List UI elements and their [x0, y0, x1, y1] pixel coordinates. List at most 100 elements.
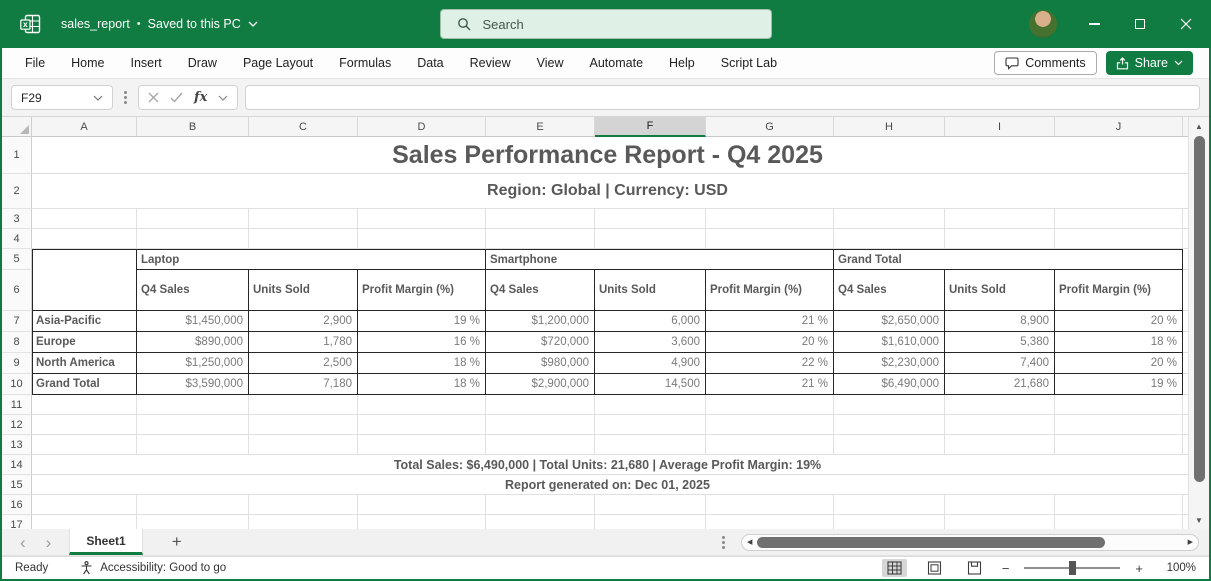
empty-cell[interactable] [706, 209, 834, 229]
empty-cell[interactable] [706, 515, 834, 529]
empty-cell[interactable] [945, 415, 1055, 435]
table-cell[interactable]: 19 % [358, 311, 486, 332]
empty-cell[interactable] [358, 415, 486, 435]
empty-cell[interactable] [834, 515, 945, 529]
empty-cell[interactable] [249, 515, 358, 529]
page-layout-view-button[interactable] [922, 559, 947, 577]
empty-cell[interactable] [249, 395, 358, 415]
sheet-subtitle[interactable]: Region: Global | Currency: USD [32, 174, 1183, 209]
empty-cell[interactable] [137, 229, 249, 249]
insert-function-icon[interactable]: fx [194, 90, 207, 105]
table-cell[interactable]: 18 % [1055, 332, 1183, 353]
empty-cell[interactable] [1055, 495, 1183, 515]
ribbon-tab-page-layout[interactable]: Page Layout [230, 48, 326, 78]
empty-cell[interactable] [706, 435, 834, 455]
table-cell[interactable]: 5,380 [945, 332, 1055, 353]
scroll-right-icon[interactable]: ▶ [1188, 538, 1193, 546]
table-corner-cell[interactable] [32, 270, 137, 311]
empty-cell[interactable] [706, 415, 834, 435]
empty-cell[interactable] [834, 395, 945, 415]
row-header-3[interactable]: 3 [2, 209, 32, 229]
chevron-down-icon[interactable] [218, 95, 228, 101]
row-header-10[interactable]: 10 [2, 374, 32, 395]
table-subheader[interactable]: Units Sold [595, 270, 706, 311]
sheet-summary[interactable]: Total Sales: $6,490,000 | Total Units: 2… [32, 455, 1183, 475]
table-cell[interactable]: 4,900 [595, 353, 706, 374]
excel-app-icon[interactable]: x [20, 14, 41, 34]
table-row-label[interactable]: Asia-Pacific [32, 311, 137, 332]
empty-cell[interactable] [358, 495, 486, 515]
ribbon-tab-data[interactable]: Data [404, 48, 456, 78]
search-box[interactable]: Search [440, 9, 772, 39]
table-subheader[interactable]: Q4 Sales [137, 270, 249, 311]
formula-input[interactable] [245, 85, 1200, 110]
row-header-1[interactable]: 1 [2, 137, 32, 174]
scroll-up-icon[interactable]: ▲ [1189, 117, 1209, 135]
empty-cell[interactable] [249, 209, 358, 229]
empty-cell[interactable] [834, 415, 945, 435]
empty-cell[interactable] [32, 495, 137, 515]
column-header-j[interactable]: J [1055, 117, 1183, 137]
row-header-6[interactable]: 6 [2, 270, 32, 311]
empty-cell[interactable] [32, 415, 137, 435]
document-title[interactable]: sales_report • Saved to this PC [61, 17, 258, 31]
row-header-5[interactable]: 5 [2, 249, 32, 270]
ribbon-tab-draw[interactable]: Draw [175, 48, 230, 78]
accessibility-status[interactable]: Accessibility: Good to go [80, 561, 226, 575]
empty-cell[interactable] [249, 495, 358, 515]
empty-cell[interactable] [137, 395, 249, 415]
empty-cell[interactable] [595, 515, 706, 529]
column-header-b[interactable]: B [137, 117, 249, 137]
zoom-out-button[interactable]: − [1002, 561, 1010, 576]
table-cell[interactable]: $980,000 [486, 353, 595, 374]
column-header-a[interactable]: A [32, 117, 137, 137]
column-header-d[interactable]: D [358, 117, 486, 137]
table-group-header[interactable]: Laptop [137, 249, 486, 270]
ribbon-tab-file[interactable]: File [12, 48, 58, 78]
table-cell[interactable]: $2,900,000 [486, 374, 595, 395]
column-header-e[interactable]: E [486, 117, 595, 137]
empty-cell[interactable] [595, 395, 706, 415]
table-cell[interactable]: $3,590,000 [137, 374, 249, 395]
zoom-in-button[interactable]: + [1135, 561, 1143, 576]
table-cell[interactable]: 1,780 [249, 332, 358, 353]
table-group-header[interactable]: Smartphone [486, 249, 834, 270]
row-header-13[interactable]: 13 [2, 435, 32, 455]
tabbar-splitter[interactable] [722, 541, 725, 544]
empty-cell[interactable] [358, 229, 486, 249]
scroll-down-icon[interactable]: ▼ [1189, 511, 1209, 529]
horizontal-scrollbar[interactable]: ◀ ▶ [741, 534, 1199, 551]
column-header-i[interactable]: I [945, 117, 1055, 137]
table-cell[interactable]: $1,610,000 [834, 332, 945, 353]
sheet-title[interactable]: Sales Performance Report - Q4 2025 [32, 137, 1183, 174]
empty-cell[interactable] [945, 229, 1055, 249]
table-cell[interactable]: 3,600 [595, 332, 706, 353]
empty-cell[interactable] [945, 495, 1055, 515]
empty-cell[interactable] [945, 395, 1055, 415]
column-header-h[interactable]: H [834, 117, 945, 137]
empty-cell[interactable] [834, 495, 945, 515]
zoom-slider-thumb[interactable] [1069, 561, 1076, 575]
table-cell[interactable]: $2,230,000 [834, 353, 945, 374]
table-cell[interactable]: $720,000 [486, 332, 595, 353]
table-cell[interactable]: 19 % [1055, 374, 1183, 395]
empty-cell[interactable] [32, 515, 137, 529]
table-cell[interactable]: $1,200,000 [486, 311, 595, 332]
empty-cell[interactable] [595, 229, 706, 249]
row-header-16[interactable]: 16 [2, 495, 32, 515]
row-header-4[interactable]: 4 [2, 229, 32, 249]
empty-cell[interactable] [595, 495, 706, 515]
empty-cell[interactable] [486, 415, 595, 435]
table-cell[interactable]: $890,000 [137, 332, 249, 353]
table-row-label[interactable]: Grand Total [32, 374, 137, 395]
empty-cell[interactable] [32, 209, 137, 229]
share-button[interactable]: Share [1106, 51, 1193, 75]
ribbon-tab-help[interactable]: Help [656, 48, 708, 78]
table-cell[interactable]: 18 % [358, 374, 486, 395]
table-cell[interactable]: 21 % [706, 311, 834, 332]
table-row-label[interactable]: Europe [32, 332, 137, 353]
empty-cell[interactable] [486, 209, 595, 229]
column-header-g[interactable]: G [706, 117, 834, 137]
empty-cell[interactable] [137, 435, 249, 455]
table-cell[interactable]: 22 % [706, 353, 834, 374]
